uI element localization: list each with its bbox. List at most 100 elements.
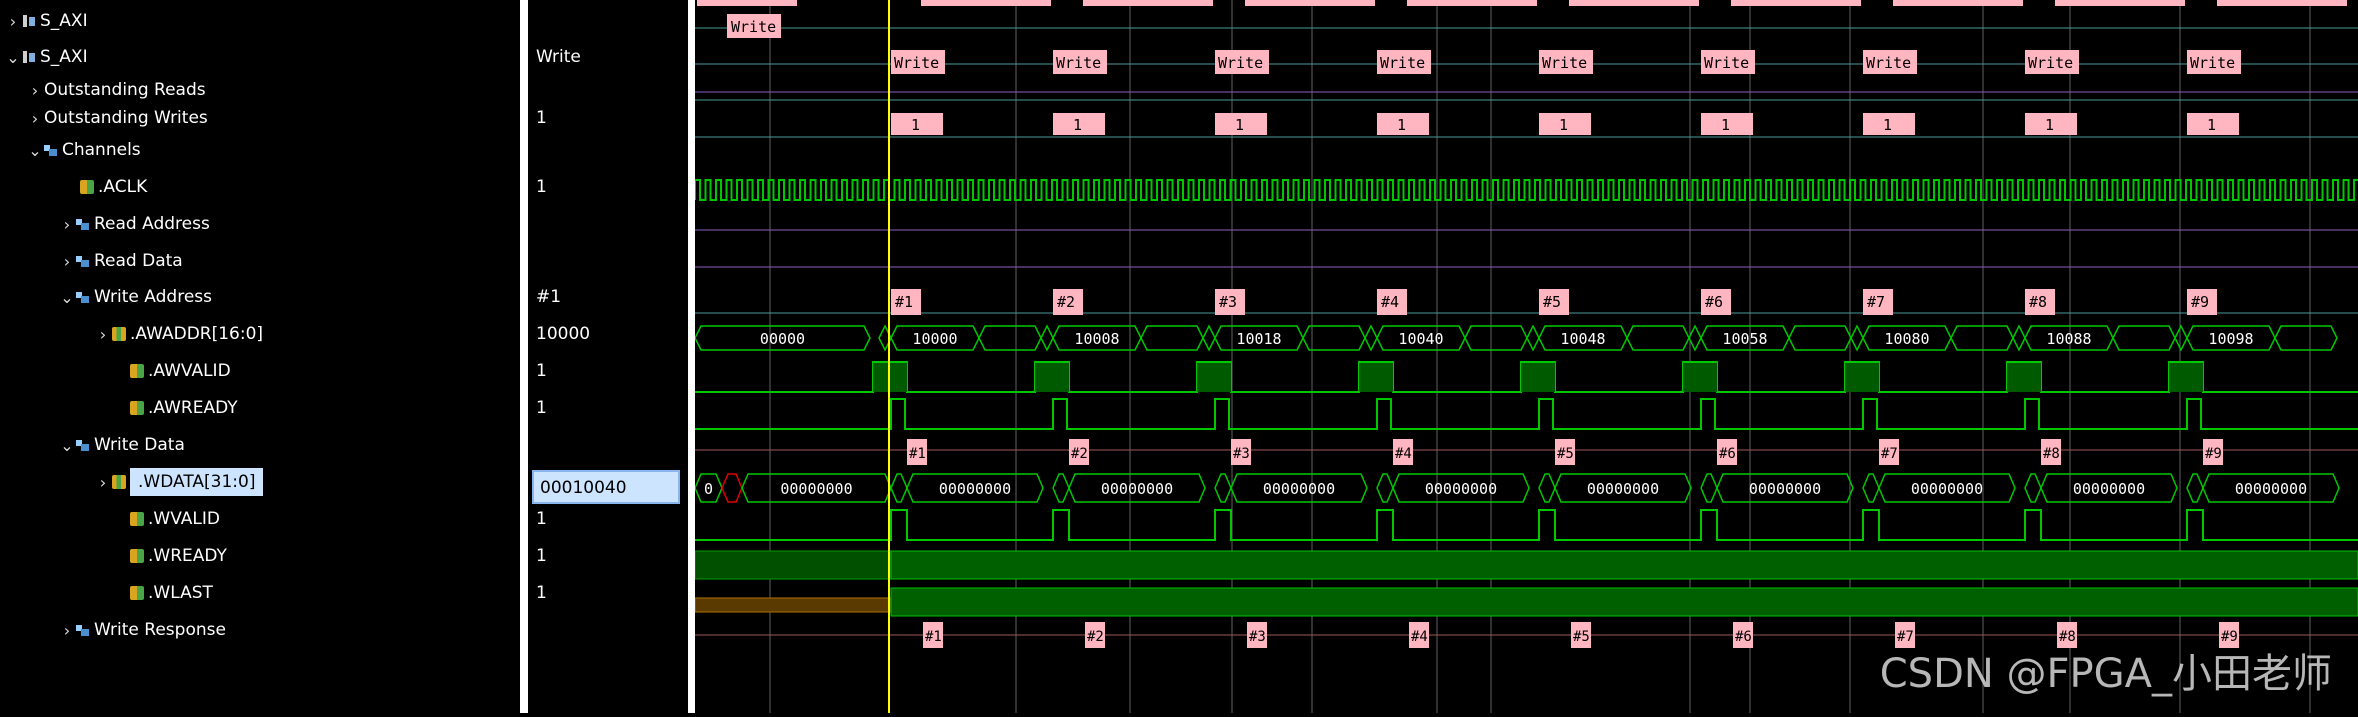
transaction-bar bbox=[1083, 0, 1213, 6]
chevron-right-icon[interactable]: › bbox=[58, 621, 76, 640]
wvalid-waveform bbox=[695, 509, 2358, 541]
signal-value: 1 bbox=[536, 509, 547, 529]
tree-row-s-axi[interactable]: › S_AXI bbox=[4, 4, 88, 38]
transaction-bar bbox=[697, 0, 797, 6]
panel-divider[interactable] bbox=[688, 0, 695, 713]
txn-label: Write bbox=[731, 18, 776, 36]
tree-row-wlast[interactable]: .WLAST bbox=[112, 576, 213, 610]
tree-row-label: .WREADY bbox=[148, 546, 227, 566]
awaddr-gap bbox=[2174, 324, 2188, 352]
tree-row-read-data[interactable]: › Read Data bbox=[58, 244, 183, 278]
write-label: Write bbox=[1542, 54, 1587, 72]
tree-row-outstanding-writes[interactable]: › Outstanding Writes bbox=[26, 101, 208, 135]
waveform-canvas[interactable]: Write Write 1 #1 #1 #1 Write 1 #2 #2 #2 Write 1 #3 #3 #… bbox=[694, 0, 2358, 713]
tree-row-s-axi[interactable]: ⌄ S_AXI bbox=[4, 40, 87, 74]
transaction-bar bbox=[1407, 0, 1537, 6]
tree-row-wdata-31-0[interactable]: › .WDATA[31:0] bbox=[94, 465, 264, 499]
waveform-panel[interactable]: Write Write 1 #1 #1 #1 Write 1 #2 #2 #2 Write 1 #3 #3 #… bbox=[694, 0, 2358, 713]
tree-row-awvalid[interactable]: .AWVALID bbox=[112, 354, 231, 388]
wdata-gap bbox=[1862, 473, 1880, 503]
tree-row-label: Channels bbox=[62, 140, 141, 160]
tree-row-write-response[interactable]: › Write Response bbox=[58, 613, 226, 647]
awaddr-gap bbox=[1850, 324, 1864, 352]
panel-divider[interactable] bbox=[520, 0, 528, 713]
wlast-unknown-region bbox=[694, 597, 892, 613]
wdata-gap bbox=[1052, 473, 1070, 503]
signal-name-panel: › S_AXI ⌄ S_AXI › Outstanding Reads › Outstandi… bbox=[0, 0, 520, 713]
tree-row-channels[interactable]: ⌄ Channels bbox=[26, 133, 141, 167]
tree-row-write-data[interactable]: ⌄ Write Data bbox=[58, 428, 185, 462]
channel-group-icon bbox=[76, 254, 90, 268]
chevron-down-icon[interactable]: ⌄ bbox=[58, 436, 76, 455]
chevron-down-icon[interactable]: ⌄ bbox=[58, 288, 76, 307]
chevron-right-icon[interactable]: › bbox=[58, 215, 76, 234]
outstanding-value: 1 bbox=[1883, 116, 1892, 134]
aw-label: #1 bbox=[895, 293, 913, 311]
chevron-down-icon[interactable]: ⌄ bbox=[4, 48, 22, 67]
wlast-high-region bbox=[890, 587, 2358, 617]
wdata-segment-text: 00000000 bbox=[1587, 480, 1659, 498]
outstanding-value: 1 bbox=[2045, 116, 2054, 134]
chevron-right-icon[interactable]: › bbox=[58, 252, 76, 271]
write-label: Write bbox=[1218, 54, 1263, 72]
signal-icon bbox=[130, 401, 144, 415]
chevron-right-icon[interactable]: › bbox=[94, 473, 112, 492]
chevron-right-icon[interactable]: › bbox=[26, 109, 44, 128]
tree-row-read-address[interactable]: › Read Address bbox=[58, 207, 210, 241]
chevron-right-icon[interactable]: › bbox=[94, 325, 112, 344]
b-label: #6 bbox=[1735, 629, 1752, 645]
awvalid-fill bbox=[1035, 363, 1069, 392]
tree-row-wvalid[interactable]: .WVALID bbox=[112, 502, 220, 536]
wready-high-region bbox=[890, 550, 2358, 580]
signal-value: 1 bbox=[536, 546, 547, 566]
tree-row-label: Outstanding Reads bbox=[44, 80, 206, 100]
write-label: Write bbox=[1866, 54, 1911, 72]
tree-row-label: Read Data bbox=[94, 251, 183, 271]
awaddr-segment-text: 00000 bbox=[760, 330, 805, 348]
channel-group-icon bbox=[76, 438, 90, 452]
awaddr-segment-text: 10088 bbox=[2046, 330, 2091, 348]
tree-row-label: .ACLK bbox=[98, 177, 148, 197]
w-label: #3 bbox=[1233, 446, 1250, 462]
aw-label: #3 bbox=[1219, 293, 1237, 311]
tree-row-awready[interactable]: .AWREADY bbox=[112, 391, 238, 425]
awvalid-fill bbox=[1683, 363, 1717, 392]
tree-row-awaddr-16-0[interactable]: › .AWADDR[16:0] bbox=[94, 317, 263, 351]
wdata-segment-text: 00000000 bbox=[2235, 480, 2307, 498]
wdata-segment-text: 00000000 bbox=[2073, 480, 2145, 498]
tree-row-wready[interactable]: .WREADY bbox=[112, 539, 227, 573]
chevron-right-icon[interactable]: › bbox=[26, 81, 44, 100]
wdata-segment-text: 00000000 bbox=[1101, 480, 1173, 498]
write-label: Write bbox=[894, 54, 939, 72]
chevron-down-icon[interactable]: ⌄ bbox=[26, 141, 44, 160]
signal-icon bbox=[80, 180, 94, 194]
aw-label: #9 bbox=[2191, 293, 2209, 311]
bus-interface-icon bbox=[22, 14, 36, 28]
tree-row-label: Read Address bbox=[94, 214, 210, 234]
channel-group-icon bbox=[76, 623, 90, 637]
outstanding-value: 1 bbox=[1721, 116, 1730, 134]
wready-low-region bbox=[694, 550, 892, 580]
write-label: Write bbox=[1056, 54, 1101, 72]
tree-row-label: Write Response bbox=[94, 620, 226, 640]
aw-label: #4 bbox=[1381, 293, 1399, 311]
outstanding-value: 1 bbox=[1559, 116, 1568, 134]
signal-value: 10000 bbox=[536, 324, 591, 344]
tree-row-write-address[interactable]: ⌄ Write Address bbox=[58, 280, 212, 314]
chevron-right-icon[interactable]: › bbox=[4, 12, 22, 31]
awvalid-fill bbox=[2007, 363, 2041, 392]
wdata-gap bbox=[890, 473, 908, 503]
w-label: #2 bbox=[1071, 446, 1088, 462]
awaddr-segment-text: 10040 bbox=[1398, 330, 1443, 348]
selected-value-field[interactable]: 00010040 bbox=[532, 470, 680, 504]
tree-row-aclk[interactable]: .ACLK bbox=[62, 170, 147, 204]
transaction-bar bbox=[1245, 0, 1375, 6]
watermark: CSDN @FPGA_小田老师 bbox=[1879, 651, 2332, 697]
outstanding-value: 1 bbox=[1235, 116, 1244, 134]
awaddr-segment bbox=[978, 325, 1042, 351]
bus-signal-icon bbox=[112, 327, 126, 341]
outstanding-value: 1 bbox=[1073, 116, 1082, 134]
wdata-gap bbox=[1376, 473, 1394, 503]
tree-row-label: Write Address bbox=[94, 287, 212, 307]
transaction-bar bbox=[1893, 0, 2023, 6]
